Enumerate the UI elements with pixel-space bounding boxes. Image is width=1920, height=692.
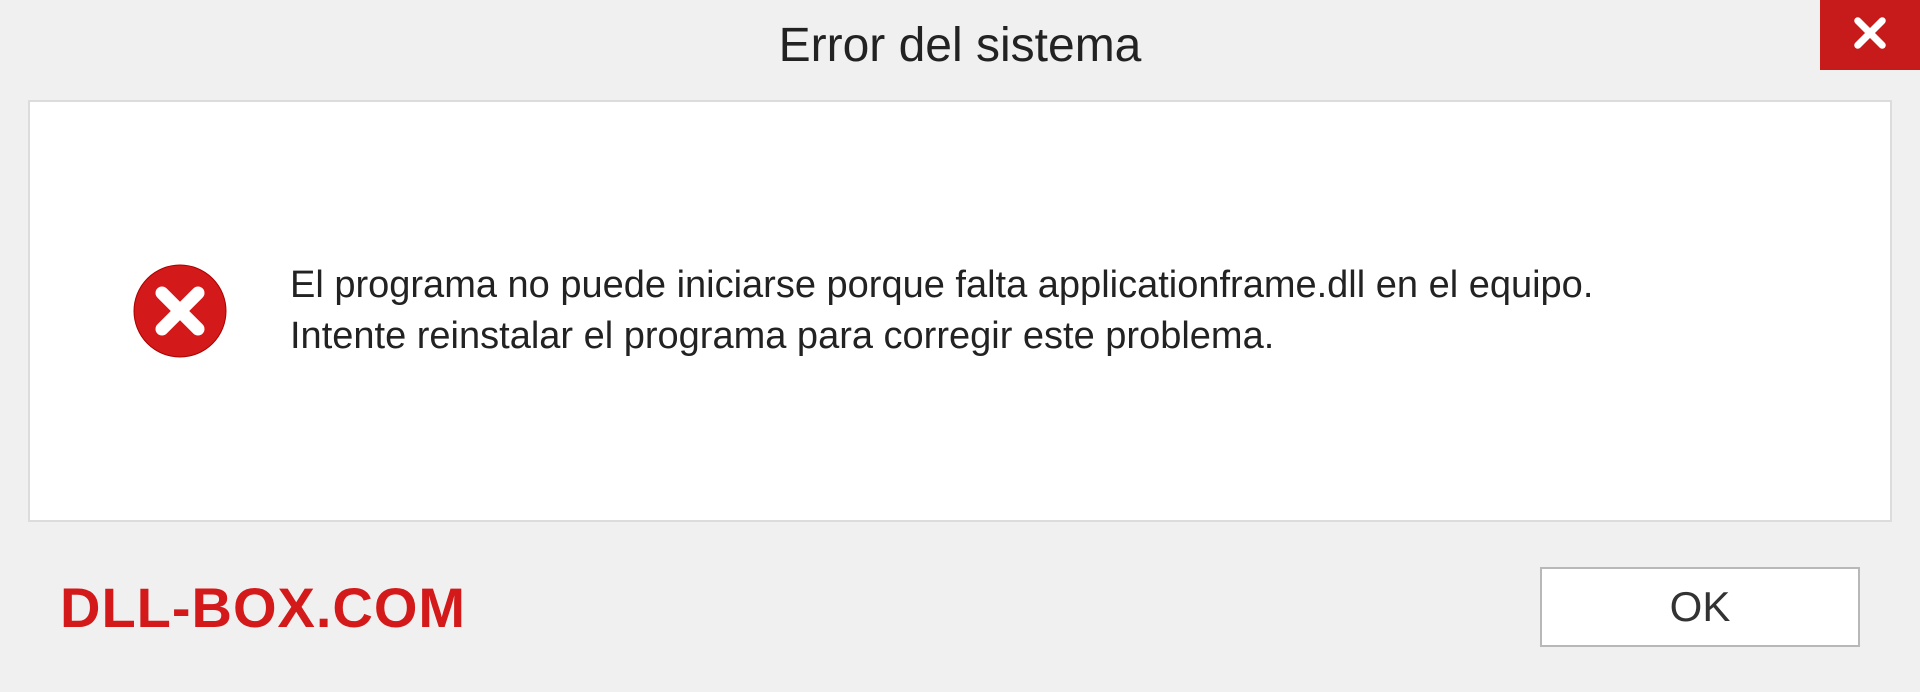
close-button[interactable] — [1820, 0, 1920, 70]
ok-button[interactable]: OK — [1540, 567, 1860, 647]
titlebar: Error del sistema — [0, 0, 1920, 90]
error-dialog: Error del sistema El programa no puede i… — [0, 0, 1920, 692]
dialog-title: Error del sistema — [779, 18, 1142, 73]
error-icon — [130, 261, 230, 361]
close-icon — [1849, 12, 1891, 59]
error-message: El programa no puede iniciarse porque fa… — [290, 260, 1690, 363]
content-area: El programa no puede iniciarse porque fa… — [28, 100, 1892, 522]
watermark-text: DLL-BOX.COM — [60, 575, 466, 640]
dialog-footer: DLL-BOX.COM OK — [0, 522, 1920, 692]
